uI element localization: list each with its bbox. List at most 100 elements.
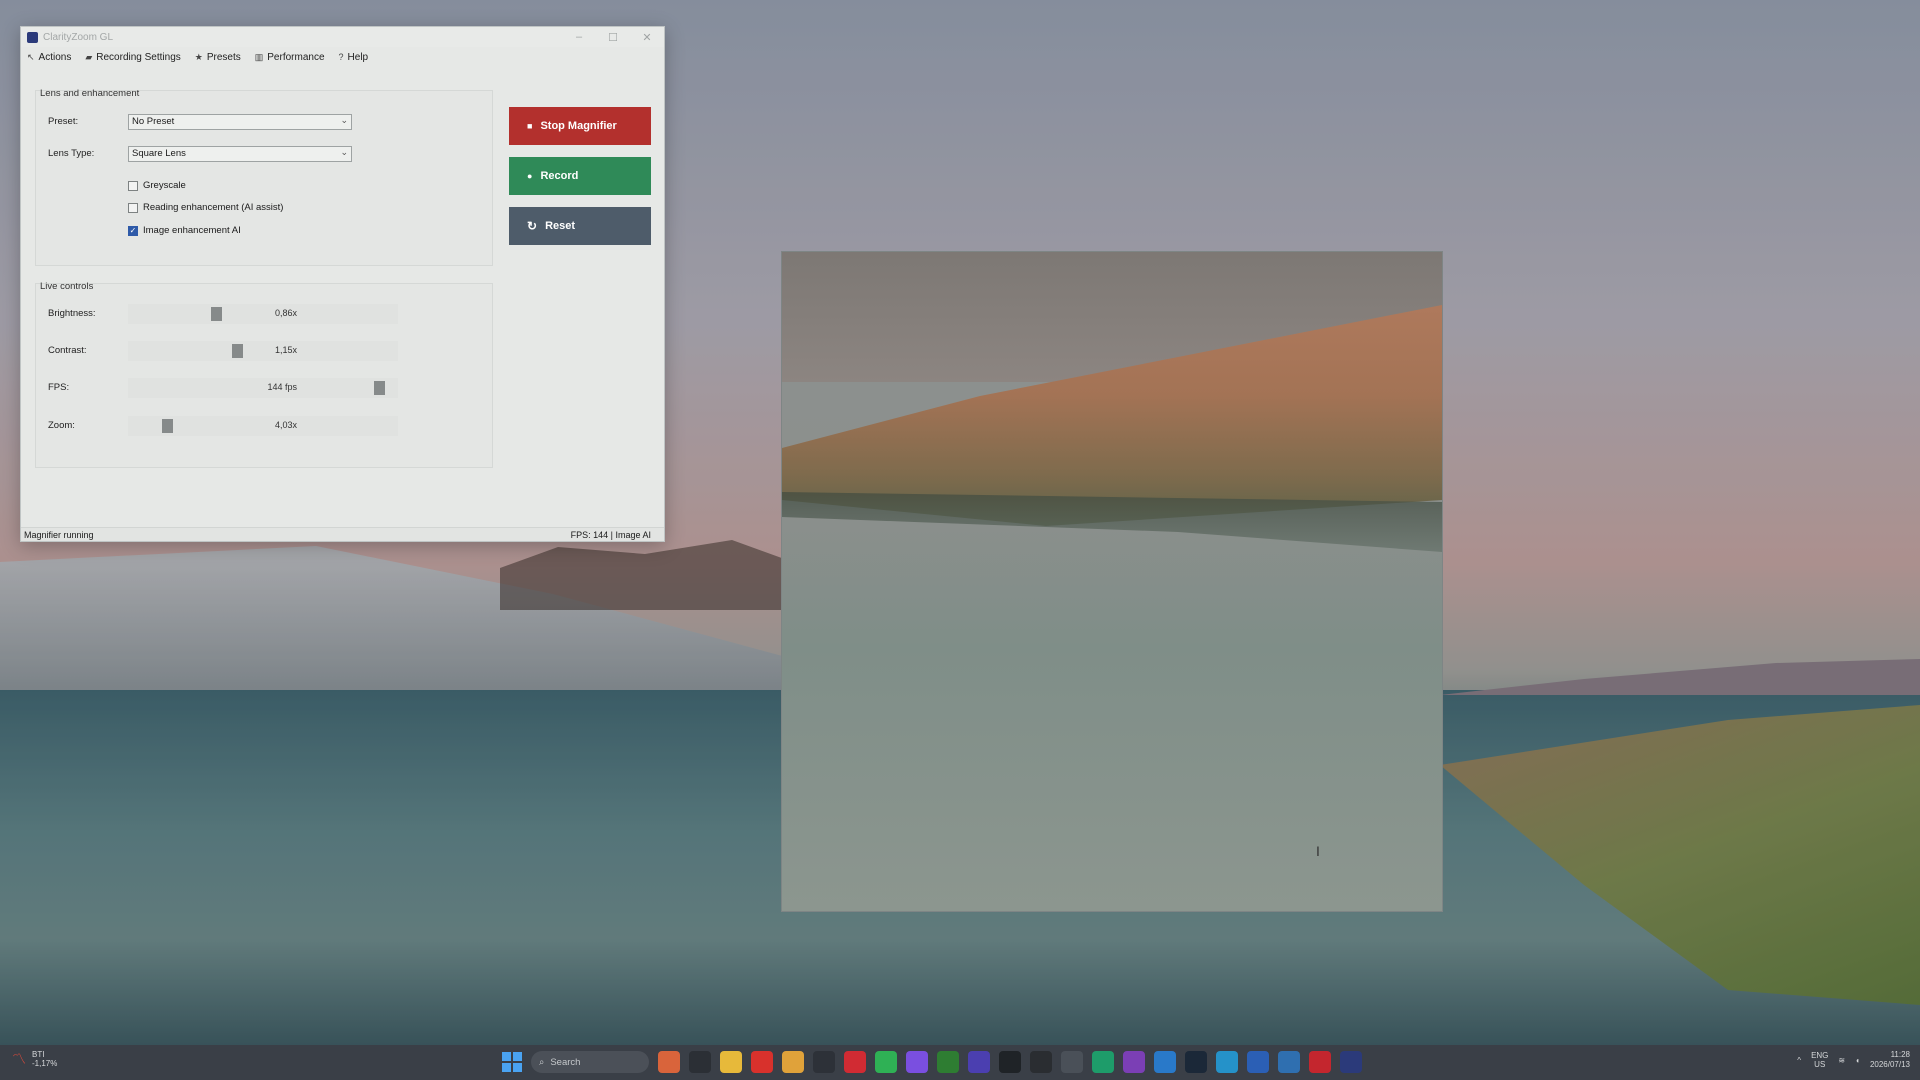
lang-code: ENG xyxy=(1811,1051,1829,1060)
window-title: ClarityZoom GL xyxy=(43,31,114,43)
slider-thumb[interactable] xyxy=(211,307,222,321)
menu-help[interactable]: ? Help xyxy=(339,52,369,63)
fps-label: FPS: xyxy=(48,382,70,393)
menu-presets[interactable]: ★ Presets xyxy=(195,52,241,63)
live-controls-group: Live controls Brightness: 0,86x Contrast… xyxy=(35,281,493,468)
menu-actions[interactable]: ↖ Actions xyxy=(27,52,71,63)
language-indicator[interactable]: ENG US xyxy=(1811,1051,1828,1069)
brightness-label: Brightness: xyxy=(48,308,96,319)
zoom-value: 4,03x xyxy=(274,420,297,430)
cmd-icon[interactable] xyxy=(1030,1051,1052,1073)
brightness-value: 0,86x xyxy=(274,308,297,318)
checkbox-label: Greyscale xyxy=(143,180,186,191)
youtube-icon[interactable] xyxy=(751,1051,773,1073)
image-enhancement-checkbox[interactable]: ✓ Image enhancement AI xyxy=(128,225,241,236)
button-label: Reset xyxy=(545,220,576,232)
help-icon: ? xyxy=(338,52,344,62)
lens-reflection xyxy=(782,492,1442,552)
search-placeholder: Search xyxy=(550,1056,581,1068)
greyscale-checkbox[interactable]: Greyscale xyxy=(128,180,186,191)
xbox-icon[interactable] xyxy=(937,1051,959,1073)
monitor-icon[interactable] xyxy=(1154,1051,1176,1073)
contrast-value: 1,15x xyxy=(274,345,297,355)
folder-icon[interactable] xyxy=(720,1051,742,1073)
widget-change: -1,17% xyxy=(32,1059,58,1068)
whatsapp-icon[interactable] xyxy=(875,1051,897,1073)
group-title: Lens and enhancement xyxy=(40,88,140,99)
menu-label: Recording Settings xyxy=(96,51,181,63)
close-button[interactable]: ✕ xyxy=(630,31,664,44)
terminal-icon[interactable] xyxy=(999,1051,1021,1073)
weather-widget[interactable]: 〽 BTI -1,17% xyxy=(12,1050,57,1068)
contrast-label: Contrast: xyxy=(48,345,87,356)
app-dark-icon[interactable] xyxy=(813,1051,835,1073)
stop-magnifier-button[interactable]: ■ Stop Magnifier xyxy=(509,107,651,145)
edge-icon[interactable] xyxy=(1216,1051,1238,1073)
text-cursor-icon: I xyxy=(1316,843,1320,859)
maximize-button[interactable]: ☐ xyxy=(596,31,630,44)
menu-recording-settings[interactable]: ▰ Recording Settings xyxy=(85,52,180,63)
record-icon: ● xyxy=(527,171,533,181)
windows-start-icon[interactable] xyxy=(502,1052,522,1072)
opera-icon[interactable] xyxy=(844,1051,866,1073)
menu-performance[interactable]: ▥ Performance xyxy=(255,52,325,63)
messenger-icon[interactable] xyxy=(906,1051,928,1073)
pycharm-icon[interactable] xyxy=(1092,1051,1114,1073)
button-label: Record xyxy=(540,170,579,182)
lens-type-value: Square Lens xyxy=(132,148,186,159)
steam-icon[interactable] xyxy=(1185,1051,1207,1073)
group-title: Live controls xyxy=(40,281,94,292)
reset-button[interactable]: ↻ Reset xyxy=(509,207,651,245)
stop-icon: ■ xyxy=(527,121,533,131)
visual-studio-icon[interactable] xyxy=(968,1051,990,1073)
cursor-icon: ↖ xyxy=(27,51,35,62)
checkbox-label: Image enhancement AI xyxy=(143,225,241,236)
clock[interactable]: 11:28 2026/07/13 xyxy=(1870,1050,1910,1070)
stock-chart-icon: 〽 xyxy=(12,1050,26,1067)
folder-icon: ▰ xyxy=(85,51,93,62)
lang-region: US xyxy=(1814,1060,1826,1069)
minimize-button[interactable]: – xyxy=(562,31,596,44)
chevron-down-icon: ⌄ xyxy=(340,147,348,157)
status-text: Magnifier running xyxy=(24,529,94,540)
chevron-up-icon[interactable]: ^ xyxy=(1797,1056,1801,1065)
lens-type-label: Lens Type: xyxy=(48,148,95,159)
taskbar-search[interactable]: ⌕ Search xyxy=(531,1051,649,1073)
chrome-icon[interactable] xyxy=(782,1051,804,1073)
slider-thumb[interactable] xyxy=(232,344,243,358)
lens-group: Lens and enhancement Preset: No Preset ⌄… xyxy=(35,88,493,266)
zoom-label: Zoom: xyxy=(48,420,75,431)
menu-label: Help xyxy=(347,51,369,63)
title-bar[interactable]: ClarityZoom GL – ☐ ✕ xyxy=(21,27,664,47)
slider-thumb[interactable] xyxy=(374,381,385,395)
pinned-apps xyxy=(658,1051,1362,1073)
onenote-icon[interactable] xyxy=(1123,1051,1145,1073)
record-button[interactable]: ● Record xyxy=(509,157,651,195)
file-manager-icon[interactable] xyxy=(689,1051,711,1073)
refresh-icon: ↻ xyxy=(527,219,538,233)
preset-select[interactable]: No Preset ⌄ xyxy=(128,114,352,130)
preset-label: Preset: xyxy=(48,116,79,127)
clock-date: 2026/07/13 xyxy=(1869,1060,1910,1069)
fps-value: 144 fps xyxy=(267,382,297,392)
search-icon: ⌕ xyxy=(539,1056,545,1068)
reading-enhancement-checkbox[interactable]: Reading enhancement (AI assist) xyxy=(128,202,283,213)
volume-icon[interactable]: ◖ xyxy=(1855,1056,1860,1065)
checkbox-box xyxy=(128,202,138,213)
lens-type-select[interactable]: Square Lens ⌄ xyxy=(128,146,352,162)
acrobat-icon[interactable] xyxy=(1309,1051,1331,1073)
word-icon[interactable] xyxy=(1247,1051,1269,1073)
slider-thumb[interactable] xyxy=(162,419,173,433)
taskbar: 〽 BTI -1,17% ⌕ Search ^ ENG US ≋ ◖ 11:28… xyxy=(0,1045,1920,1080)
status-bar: Magnifier running FPS: 144 | Image AI xyxy=(21,527,664,541)
menu-bar: ↖ Actions ▰ Recording Settings ★ Presets ▥ P… xyxy=(21,47,664,67)
photos-icon[interactable] xyxy=(1278,1051,1300,1073)
magnifier-lens[interactable]: I xyxy=(781,251,1443,912)
paint-icon[interactable] xyxy=(1061,1051,1083,1073)
wifi-icon[interactable]: ≋ xyxy=(1838,1056,1845,1065)
checkmark-icon: ✓ xyxy=(128,225,138,236)
browser-widget-icon[interactable] xyxy=(658,1051,680,1073)
status-metrics: FPS: 144 | Image AI xyxy=(570,529,651,540)
checkbox-box xyxy=(128,180,138,191)
clarityzoom-icon[interactable] xyxy=(1340,1051,1362,1073)
